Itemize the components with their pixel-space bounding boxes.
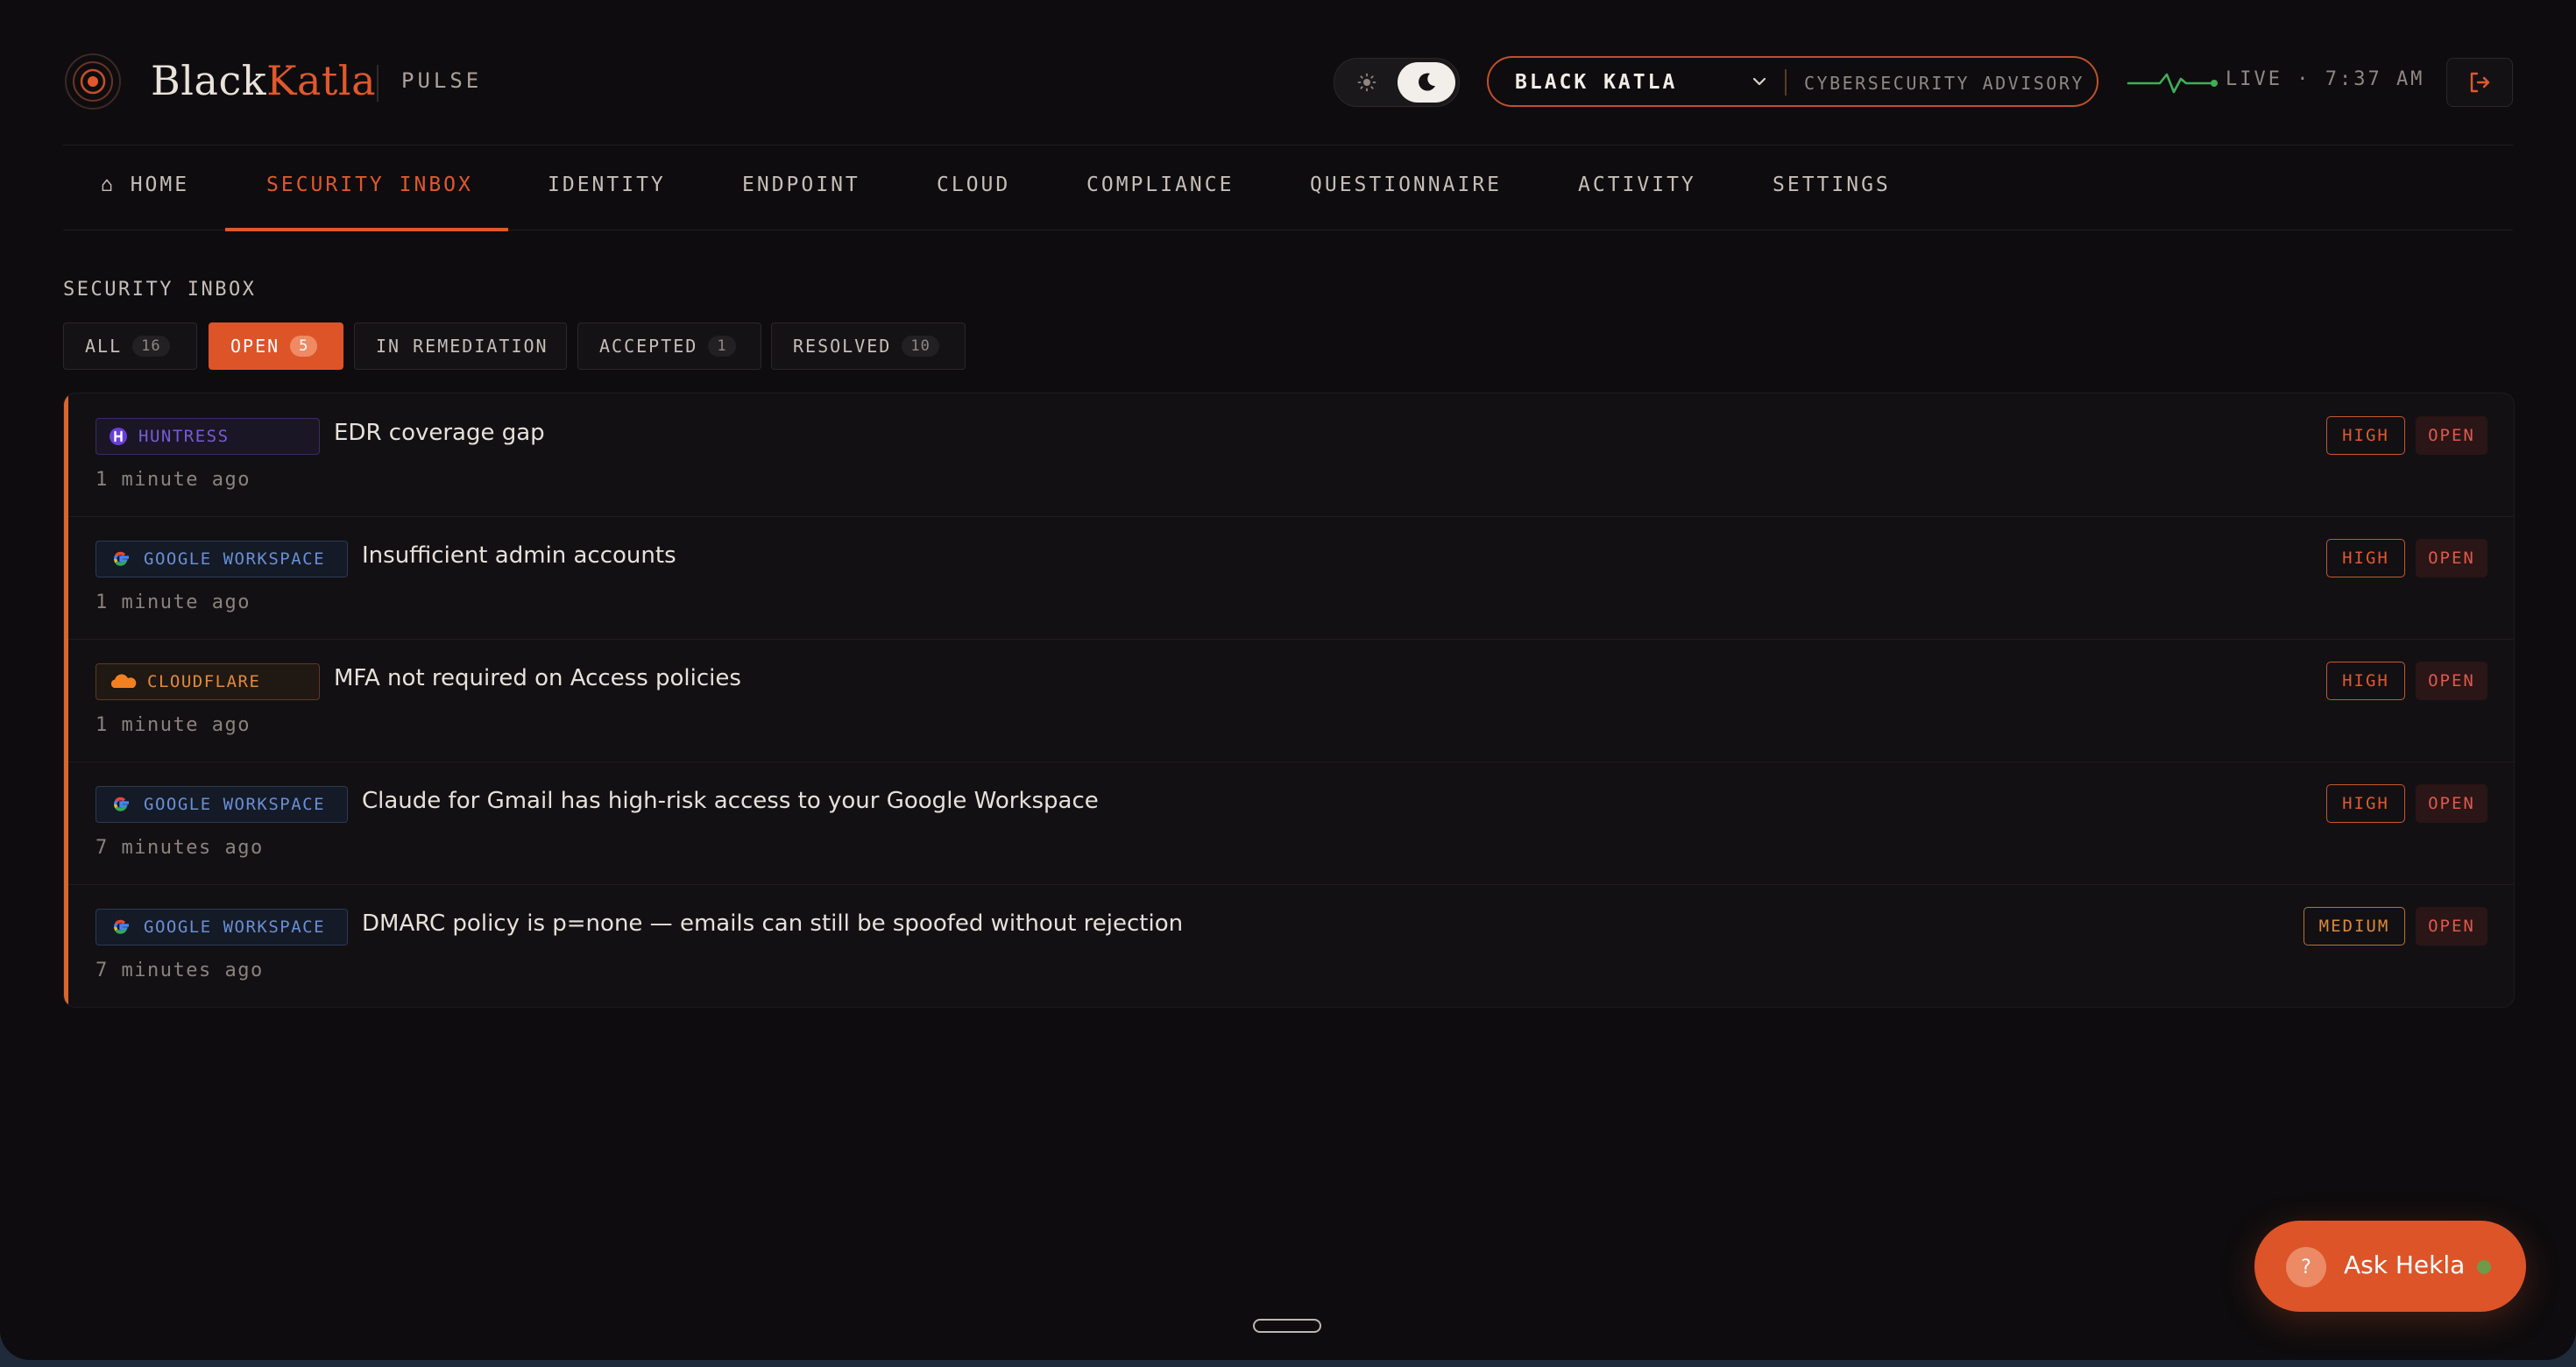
- source-badge: GOOGLE WORKSPACE: [96, 909, 348, 946]
- severity-indicator: [64, 393, 68, 516]
- organization-divider: [1785, 69, 1787, 96]
- item-time: 7 minutes ago: [96, 837, 264, 859]
- cloudflare-icon: [110, 674, 137, 688]
- active-tab-indicator: [225, 228, 508, 231]
- tab-endpoint[interactable]: ENDPOINT: [742, 174, 860, 196]
- tab-security-inbox[interactable]: SECURITY INBOX: [266, 174, 473, 196]
- filter-label: RESOLVED: [793, 336, 892, 357]
- logout-button[interactable]: [2446, 58, 2513, 107]
- ask-hekla-button[interactable]: ? Ask Hekla: [2254, 1221, 2526, 1312]
- item-title[interactable]: Insufficient admin accounts: [362, 542, 676, 569]
- tab-home[interactable]: ⌂ HOME: [101, 174, 189, 196]
- status-badge: OPEN: [2416, 662, 2488, 700]
- filter-count: 1: [708, 336, 736, 357]
- tab-cloud[interactable]: CLOUD: [937, 174, 1010, 196]
- inbox-list: HUNTRESS EDR coverage gap 1 minute ago H…: [63, 393, 2515, 1008]
- organization-selector[interactable]: BLACK KATLA CYBERSECURITY ADVISORY: [1487, 56, 2098, 107]
- tab-compliance[interactable]: COMPLIANCE: [1086, 174, 1234, 196]
- logo-icon: [65, 53, 121, 110]
- item-time: 1 minute ago: [96, 714, 251, 736]
- inbox-item[interactable]: HUNTRESS EDR coverage gap 1 minute ago H…: [64, 393, 2514, 517]
- product-name: PULSE: [401, 68, 483, 93]
- source-label: CLOUDFLARE: [147, 672, 261, 691]
- header: BlackKatla PULSE BLACK KATLA CYBERSECURI…: [63, 46, 2513, 117]
- item-time: 1 minute ago: [96, 591, 251, 613]
- organization-name: BLACK KATLA: [1515, 71, 1678, 94]
- item-title[interactable]: DMARC policy is p=none — emails can stil…: [362, 910, 1183, 937]
- light-mode-button[interactable]: [1338, 62, 1396, 103]
- status-badge: OPEN: [2416, 539, 2488, 577]
- filter-label: IN REMEDIATION: [376, 336, 548, 357]
- item-time: 1 minute ago: [96, 469, 251, 491]
- filter-in-remediation[interactable]: IN REMEDIATION: [354, 322, 567, 370]
- source-label: GOOGLE WORKSPACE: [144, 917, 326, 937]
- tab-activity[interactable]: ACTIVITY: [1578, 174, 1696, 196]
- help-icon: ?: [2286, 1247, 2326, 1287]
- tab-questionnaire[interactable]: QUESTIONNAIRE: [1310, 174, 1502, 196]
- severity-badge: HIGH: [2326, 784, 2405, 823]
- severity-indicator: [64, 639, 68, 761]
- inbox-item[interactable]: GOOGLE WORKSPACE DMARC policy is p=none …: [64, 884, 2514, 1007]
- severity-badge: HIGH: [2326, 539, 2405, 577]
- brand-logo[interactable]: BlackKatla: [151, 54, 376, 107]
- severity-badge: HIGH: [2326, 416, 2405, 455]
- filter-open[interactable]: OPEN 5: [209, 322, 343, 370]
- logout-icon: [2470, 72, 2490, 93]
- brand-divider: [377, 65, 379, 102]
- tab-identity[interactable]: IDENTITY: [548, 174, 666, 196]
- page-title: SECURITY INBOX: [63, 279, 257, 301]
- huntress-icon: [110, 428, 127, 445]
- sun-icon: [1357, 73, 1376, 92]
- status-badge: OPEN: [2416, 416, 2488, 455]
- dark-mode-button[interactable]: [1398, 62, 1455, 103]
- filter-label: OPEN: [230, 336, 280, 357]
- main-nav: ⌂ HOME SECURITY INBOX IDENTITY ENDPOINT …: [63, 145, 2513, 231]
- inbox-item[interactable]: GOOGLE WORKSPACE Insufficient admin acco…: [64, 516, 2514, 640]
- brand-name-primary: Black: [151, 57, 267, 104]
- tab-settings[interactable]: SETTINGS: [1773, 174, 1891, 196]
- filter-accepted[interactable]: ACCEPTED 1: [577, 322, 761, 370]
- source-badge: GOOGLE WORKSPACE: [96, 541, 348, 577]
- source-label: HUNTRESS: [138, 427, 230, 446]
- item-time: 7 minutes ago: [96, 960, 264, 981]
- filter-count: 16: [132, 336, 170, 357]
- item-title[interactable]: Claude for Gmail has high-risk access to…: [362, 788, 1099, 814]
- google-icon: [113, 551, 129, 566]
- status-badge: OPEN: [2416, 784, 2488, 823]
- item-title[interactable]: EDR coverage gap: [334, 420, 545, 446]
- severity-indicator: [64, 761, 68, 884]
- source-badge: HUNTRESS: [96, 418, 320, 455]
- filter-label: ALL: [85, 336, 123, 357]
- chevron-down-icon: [1752, 77, 1766, 86]
- inbox-item[interactable]: GOOGLE WORKSPACE Claude for Gmail has hi…: [64, 761, 2514, 885]
- home-indicator[interactable]: [1253, 1319, 1321, 1333]
- live-status: LIVE · 7:37 AM: [2226, 68, 2425, 90]
- filter-count: 5: [290, 336, 318, 357]
- organization-subtitle: CYBERSECURITY ADVISORY: [1804, 73, 2084, 94]
- filter-count: 10: [902, 336, 939, 357]
- brand-name-accent: Katla: [266, 57, 376, 104]
- source-label: GOOGLE WORKSPACE: [144, 549, 326, 569]
- severity-badge: MEDIUM: [2304, 907, 2405, 946]
- severity-indicator: [64, 884, 68, 1007]
- google-icon: [113, 797, 129, 811]
- theme-toggle[interactable]: [1334, 58, 1460, 107]
- severity-indicator: [64, 516, 68, 639]
- source-badge: GOOGLE WORKSPACE: [96, 786, 348, 823]
- source-badge: CLOUDFLARE: [96, 663, 320, 700]
- source-label: GOOGLE WORKSPACE: [144, 795, 326, 814]
- moon-icon: [1419, 73, 1435, 91]
- pulse-icon: [2127, 73, 2218, 94]
- filter-all[interactable]: ALL 16: [63, 322, 197, 370]
- item-title[interactable]: MFA not required on Access policies: [334, 665, 741, 691]
- filter-label: ACCEPTED: [599, 336, 698, 357]
- inbox-item[interactable]: CLOUDFLARE MFA not required on Access po…: [64, 639, 2514, 762]
- app-window: BlackKatla PULSE BLACK KATLA CYBERSECURI…: [0, 0, 2576, 1360]
- online-status-dot: [2477, 1260, 2491, 1274]
- filter-resolved[interactable]: RESOLVED 10: [771, 322, 966, 370]
- ask-hekla-label: Ask Hekla: [2344, 1250, 2466, 1279]
- status-badge: OPEN: [2416, 907, 2488, 946]
- google-icon: [113, 919, 129, 934]
- severity-badge: HIGH: [2326, 662, 2405, 700]
